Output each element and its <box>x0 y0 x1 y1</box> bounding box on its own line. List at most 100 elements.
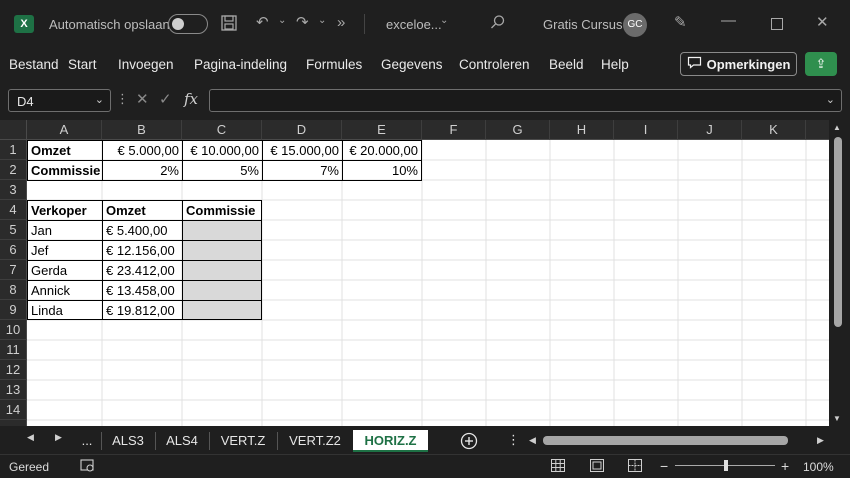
column-header-j[interactable]: J <box>678 120 742 140</box>
cell-c1[interactable]: € 10.000,00 <box>182 140 263 161</box>
more-sheets-button[interactable]: ... <box>77 430 97 452</box>
cell-b8[interactable]: € 13.458,00 <box>102 280 183 301</box>
cell-b4[interactable]: Omzet <box>102 200 183 221</box>
cell-a2[interactable]: Commissie <box>27 160 103 181</box>
row-header[interactable]: 4 <box>0 200 27 220</box>
row-header[interactable]: 2 <box>0 160 27 180</box>
prev-sheet-icon[interactable]: ◀ <box>27 432 34 443</box>
menu-start[interactable]: Start <box>68 57 97 72</box>
tab-vert-z2[interactable]: VERT.Z2 <box>279 430 351 452</box>
column-header-e[interactable]: E <box>342 120 422 140</box>
more-commands-icon[interactable]: » <box>337 14 345 31</box>
chevron-down-icon[interactable]: ⌄ <box>95 93 104 106</box>
tab-als3[interactable]: ALS3 <box>103 430 153 452</box>
page-layout-icon[interactable] <box>590 459 604 477</box>
cell-b9[interactable]: € 19.812,00 <box>102 300 183 320</box>
column-header-c[interactable]: C <box>182 120 262 140</box>
zoom-out-icon[interactable]: − <box>660 458 668 474</box>
zoom-level[interactable]: 100% <box>803 460 834 474</box>
page-break-preview-icon[interactable] <box>628 459 642 477</box>
cell-b2[interactable]: 2% <box>102 160 183 181</box>
column-header-i[interactable]: I <box>614 120 678 140</box>
insert-function-icon[interactable]: fx <box>184 90 198 108</box>
column-header-h[interactable]: H <box>550 120 614 140</box>
row-header[interactable]: 7 <box>0 260 27 280</box>
cell-a1[interactable]: Omzet <box>27 140 103 161</box>
scroll-down-icon[interactable]: ▼ <box>833 414 841 423</box>
redo-dropdown-icon[interactable]: ⌄ <box>318 15 326 26</box>
column-header-k[interactable]: K <box>742 120 806 140</box>
more-options-icon[interactable]: ⋮ <box>116 91 129 107</box>
next-sheet-icon[interactable]: ▶ <box>55 432 62 443</box>
name-box[interactable]: D4 ⌄ <box>8 89 111 112</box>
row-header[interactable]: 12 <box>0 360 27 380</box>
autosave-toggle[interactable] <box>168 14 208 34</box>
cell-e1[interactable]: € 20.000,00 <box>342 140 422 161</box>
column-header-d[interactable]: D <box>262 120 342 140</box>
cell-a6[interactable]: Jef <box>27 240 103 261</box>
vertical-scroll-thumb[interactable] <box>834 137 842 327</box>
formula-input[interactable]: ⌄ <box>209 89 842 112</box>
undo-dropdown-icon[interactable]: ⌄ <box>278 15 286 26</box>
menu-help[interactable]: Help <box>601 57 629 72</box>
spreadsheet-grid[interactable]: A B C D E F G H I J K 1 2 3 4 5 6 7 8 9 … <box>0 120 829 426</box>
row-header[interactable]: 3 <box>0 180 27 200</box>
filename[interactable]: exceloe... <box>386 17 442 32</box>
cell-a5[interactable]: Jan <box>27 220 103 241</box>
column-header-g[interactable]: G <box>486 120 550 140</box>
pen-icon[interactable]: ✎ <box>674 13 687 31</box>
cell-d2[interactable]: 7% <box>262 160 343 181</box>
cell-c4[interactable]: Commissie <box>182 200 262 221</box>
cell-a8[interactable]: Annick <box>27 280 103 301</box>
row-header[interactable]: 10 <box>0 320 27 340</box>
row-header[interactable]: 9 <box>0 300 27 320</box>
menu-invoegen[interactable]: Invoegen <box>118 57 174 72</box>
filename-dropdown-icon[interactable]: ⌄ <box>440 15 448 26</box>
menu-formules[interactable]: Formules <box>306 57 362 72</box>
column-header-a[interactable]: A <box>27 120 102 140</box>
maximize-icon[interactable] <box>771 18 783 30</box>
scroll-right-icon[interactable]: ▶ <box>817 435 824 446</box>
tab-vert-z[interactable]: VERT.Z <box>211 430 275 452</box>
cell-a7[interactable]: Gerda <box>27 260 103 281</box>
menu-controleren[interactable]: Controleren <box>459 57 530 72</box>
menu-bestand[interactable]: Bestand <box>9 57 59 72</box>
redo-icon[interactable]: ↷ <box>296 13 309 31</box>
tab-als4[interactable]: ALS4 <box>157 430 207 452</box>
minimize-icon[interactable]: — <box>721 12 736 29</box>
avatar[interactable]: GC <box>623 13 647 37</box>
row-header[interactable]: 6 <box>0 240 27 260</box>
menu-beeld[interactable]: Beeld <box>549 57 584 72</box>
cell-b1[interactable]: € 5.000,00 <box>102 140 183 161</box>
cancel-icon[interactable]: ✕ <box>136 90 149 108</box>
cell-a4[interactable]: Verkoper <box>27 200 103 221</box>
column-header-f[interactable]: F <box>422 120 486 140</box>
row-header[interactable]: 1 <box>0 140 27 160</box>
undo-icon[interactable]: ↶ <box>256 13 269 31</box>
cell-a9[interactable]: Linda <box>27 300 103 320</box>
cell-c7[interactable] <box>182 260 262 281</box>
save-icon[interactable] <box>220 14 238 36</box>
cell-c8[interactable] <box>182 280 262 301</box>
column-header-l[interactable] <box>806 120 829 140</box>
zoom-slider-thumb[interactable] <box>724 460 728 471</box>
scroll-up-icon[interactable]: ▲ <box>833 123 841 132</box>
tab-options-icon[interactable]: ⋮ <box>507 432 520 448</box>
zoom-in-icon[interactable]: + <box>781 458 789 474</box>
close-icon[interactable]: ✕ <box>816 13 829 31</box>
normal-view-icon[interactable] <box>551 459 565 477</box>
cell-b5[interactable]: € 5.400,00 <box>102 220 183 241</box>
cell-e2[interactable]: 10% <box>342 160 422 181</box>
share-button[interactable]: ⇪ <box>805 52 837 76</box>
cell-c5[interactable] <box>182 220 262 241</box>
cell-b6[interactable]: € 12.156,00 <box>102 240 183 261</box>
select-all-corner[interactable] <box>0 120 27 140</box>
scroll-left-icon[interactable]: ◀ <box>529 435 536 446</box>
cell-c6[interactable] <box>182 240 262 261</box>
row-header[interactable]: 14 <box>0 400 27 420</box>
row-header[interactable]: 11 <box>0 340 27 360</box>
tab-horiz-z[interactable]: HORIZ.Z <box>353 430 428 452</box>
cell-d1[interactable]: € 15.000,00 <box>262 140 343 161</box>
horizontal-scroll-thumb[interactable] <box>543 436 788 445</box>
cell-b7[interactable]: € 23.412,00 <box>102 260 183 281</box>
